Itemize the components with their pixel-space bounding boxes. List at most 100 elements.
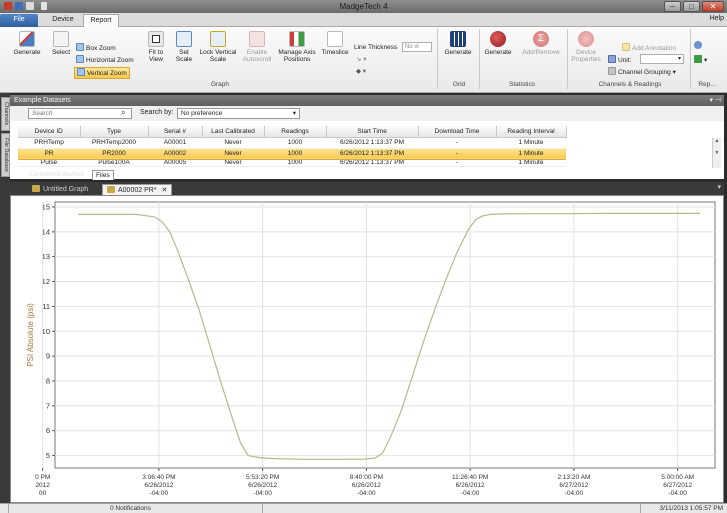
channel-grouping-label: Channel Grouping xyxy=(618,69,671,76)
cursor-icon xyxy=(53,31,69,47)
vertical-zoom-button[interactable]: Vertical Zoom xyxy=(74,67,130,79)
table-header-row: Device ID Type Serial # Last Calibrated … xyxy=(18,126,567,138)
channels-tab[interactable]: Channels xyxy=(1,97,10,131)
pin-icon[interactable]: ▾ ⊣ xyxy=(709,95,721,106)
col-download-time[interactable]: Download Time xyxy=(418,126,497,138)
point-style-dropdown[interactable]: ◆ ▾ xyxy=(356,67,366,76)
channel-grouping-dropdown[interactable]: Channel Grouping ▾ xyxy=(608,67,676,77)
search-by-dropdown[interactable]: No preference ▾ xyxy=(177,108,300,119)
col-start-time[interactable]: Start Time xyxy=(326,126,419,138)
add-remove-button[interactable]: Σ Add/Remove xyxy=(518,31,564,56)
tab-untitled-graph[interactable]: Untitled Graph xyxy=(28,184,92,195)
unit-dropdown[interactable]: ▾ xyxy=(640,54,684,64)
status-divider xyxy=(8,504,9,513)
scale-icon xyxy=(176,31,192,47)
lock-scale-icon xyxy=(210,31,226,47)
table-row[interactable]: Pulse Pulse100A A00005 Never 1000 6/26/2… xyxy=(18,159,566,167)
plot-area xyxy=(54,201,716,469)
horizontal-zoom-button[interactable]: Horizontal Zoom xyxy=(76,55,134,65)
tab-connected-devices[interactable]: Connected devices xyxy=(26,170,87,180)
file-database-tab[interactable]: File Database xyxy=(1,133,10,177)
device-properties-button[interactable]: Device Properties xyxy=(568,31,604,63)
cell-reading-interval: 1 Minute xyxy=(496,147,566,160)
export-icon xyxy=(694,55,702,63)
box-zoom-button[interactable]: Box Zoom xyxy=(76,43,116,53)
lock-vertical-label-1: Lock Vertical xyxy=(199,49,237,56)
col-last-calibrated[interactable]: Last Calibrated xyxy=(202,126,265,138)
autoscroll-icon xyxy=(249,31,265,47)
cell-start-time: 6/26/2012 1:13:37 PM xyxy=(326,137,418,149)
set-scale-label-2: Scale xyxy=(175,56,193,63)
table-row-selected[interactable]: PR PR2000 A00002 Never 1000 6/26/2012 1:… xyxy=(18,147,566,160)
add-annotation-button[interactable]: Add Annotation xyxy=(622,43,676,53)
magnifier-icon xyxy=(694,41,702,49)
col-readings[interactable]: Readings xyxy=(264,126,327,138)
close-button[interactable]: ✕ xyxy=(702,1,724,12)
col-device-id[interactable]: Device ID xyxy=(18,126,81,138)
fit-to-view-label-2: View xyxy=(149,56,163,63)
line-thickness-spinner[interactable]: No vi xyxy=(402,42,432,52)
help-link[interactable]: Help xyxy=(710,15,724,22)
statistics-generate-button[interactable]: Generate xyxy=(480,31,516,56)
cell-download-time: - xyxy=(418,159,496,167)
x-tick-label: 6/26/2012 xyxy=(456,482,485,489)
timeslice-button[interactable]: Timeslice xyxy=(318,31,352,56)
select-button[interactable]: Select xyxy=(48,31,74,56)
y-tick-label: 8 xyxy=(46,376,50,385)
devices-table: Device ID Type Serial # Last Calibrated … xyxy=(18,126,567,167)
report-group-label: Rep... xyxy=(698,81,716,88)
report-search-icon[interactable] xyxy=(694,41,704,51)
tab-report[interactable]: Report xyxy=(83,14,119,27)
grid-generate-button[interactable]: Generate xyxy=(440,31,476,56)
cell-readings: 1000 xyxy=(264,159,326,167)
point-style-icon: ◆ ▾ xyxy=(356,68,367,75)
tab-files[interactable]: Files xyxy=(92,170,114,180)
vertical-zoom-label: Vertical Zoom xyxy=(87,70,127,77)
table-row[interactable]: PRHTemp PRHTemp2000 A00001 Never 1000 6/… xyxy=(18,137,566,149)
add-remove-label: Add/Remove xyxy=(522,49,560,56)
timeslice-icon xyxy=(327,31,343,47)
set-scale-button[interactable]: Set Scale xyxy=(172,31,196,63)
tab-a00002-pr[interactable]: A00002 PR* ✕ xyxy=(102,184,173,195)
col-type[interactable]: Type xyxy=(80,126,149,138)
x-tick-label: 2012 xyxy=(35,482,50,489)
cell-device-id: PRHTemp xyxy=(18,137,80,149)
close-tab-icon[interactable]: ✕ xyxy=(161,187,167,194)
generate-graph-button[interactable]: Generate xyxy=(10,31,44,56)
minimize-button[interactable]: – xyxy=(664,1,681,12)
search-input[interactable] xyxy=(28,108,132,119)
line-chart-icon xyxy=(19,31,35,47)
grid-icon xyxy=(450,31,466,47)
search-by-value: No preference xyxy=(181,110,223,117)
panel-title: Example Datasets xyxy=(14,97,71,104)
manage-axis-positions-button[interactable]: Manage Axis Positions xyxy=(276,31,318,63)
tab-device[interactable]: Device xyxy=(46,14,80,27)
notifications-status[interactable]: 0 Notifications xyxy=(110,505,151,512)
line-style-dropdown[interactable]: ↘ ▾ xyxy=(356,55,367,64)
x-tick-label: -04:00 xyxy=(357,490,376,497)
y-tick-label: 6 xyxy=(46,426,50,435)
timeslice-label: Timeslice xyxy=(321,49,349,56)
pressure-chart[interactable]: 567891011121314150 PM2012003:06:40 PM6/2… xyxy=(11,196,723,502)
axis-icon xyxy=(289,31,305,47)
lock-vertical-scale-button[interactable]: Lock Vertical Scale xyxy=(196,31,240,63)
tab-list-dropdown-icon[interactable]: ▾ xyxy=(717,183,721,191)
col-reading-interval[interactable]: Reading Interval xyxy=(496,126,567,138)
cell-start-time: 6/26/2012 1:13:37 PM xyxy=(326,159,418,167)
graph-area[interactable]: 5 6 7 8 9 10 11 12 13 14 15 0 PM 2012 00 3:06:40 PM 6/2… xyxy=(10,195,724,503)
channels-group-label: Channels & Readings xyxy=(598,81,662,88)
enable-autoscroll-button[interactable]: Enable Autoscroll xyxy=(240,31,274,63)
table-scrollbar[interactable]: ▲ ▼ xyxy=(712,138,721,168)
cell-last-calibrated: Never xyxy=(202,137,264,149)
maximize-button[interactable]: □ xyxy=(683,1,700,12)
search-row: ⌕ Search by: No preference ▾ xyxy=(10,106,724,121)
tab-file[interactable]: File xyxy=(0,14,38,27)
report-export-icon[interactable]: ▾ xyxy=(694,55,707,65)
col-serial[interactable]: Serial # xyxy=(148,126,203,138)
unit-dropdown-arrow: ▾ xyxy=(677,56,681,62)
sigma-icon: Σ xyxy=(533,31,549,47)
channel-grouping-icon xyxy=(608,67,616,75)
cell-last-calibrated: Never xyxy=(202,147,264,160)
search-icon[interactable]: ⌕ xyxy=(121,108,125,118)
fit-to-view-button[interactable]: Fit to View xyxy=(142,31,170,63)
